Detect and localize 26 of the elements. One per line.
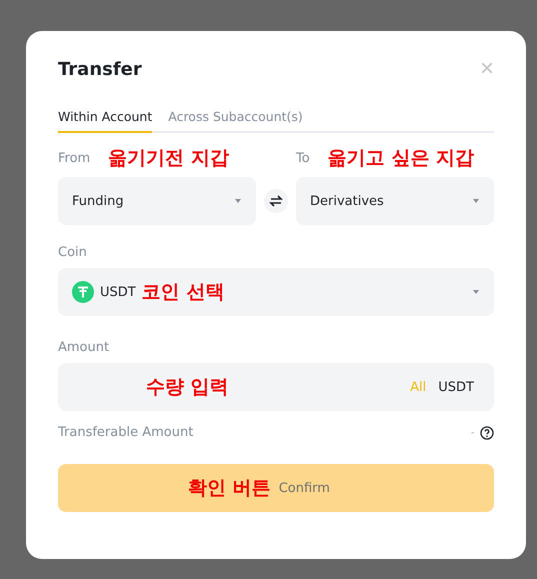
unit-label: USDT <box>438 380 474 394</box>
coin-value: USDT <box>100 284 136 300</box>
wallet-select[interactable]: Funding <box>58 177 256 225</box>
coin-select[interactable]: USDT 코인 선택 <box>58 268 494 316</box>
field-label: From <box>58 150 90 166</box>
annotation: 코인 선택 <box>142 280 224 305</box>
caret-icon <box>234 198 242 204</box>
annotation: 확인 버튼 <box>188 476 271 501</box>
field-label: Amount <box>58 340 110 355</box>
swap-button[interactable] <box>264 189 288 213</box>
wallet-select[interactable]: Derivatives <box>296 177 494 225</box>
caret-icon <box>472 289 480 295</box>
tab[interactable]: Within Account <box>58 109 152 133</box>
swap-icon <box>269 194 283 208</box>
field-label: Coin <box>58 245 88 260</box>
coin-icon <box>72 281 94 303</box>
amount-field[interactable]: 수량 입력 All USDT <box>58 363 494 411</box>
dialog-title: Transfer <box>58 58 142 80</box>
annotation: 옮기고 싶은 지갑 <box>328 146 474 171</box>
help-icon[interactable] <box>480 426 494 440</box>
annotation: 옮기기전 지갑 <box>108 146 229 171</box>
transferable-value: - <box>471 428 474 437</box>
annotation: 수량 입력 <box>146 375 229 400</box>
transferable-label: Transferable Amount <box>58 425 194 440</box>
caret-icon <box>472 198 480 204</box>
field-label: To <box>296 150 310 166</box>
